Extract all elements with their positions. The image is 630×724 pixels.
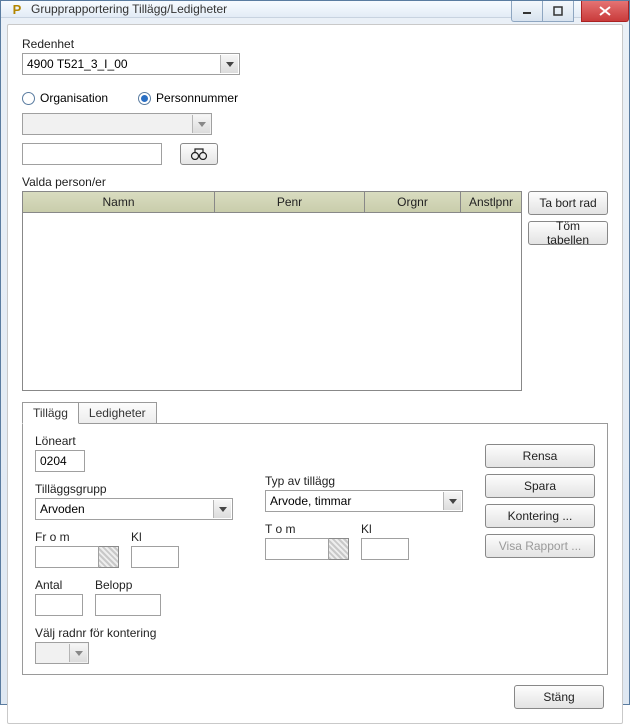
column-penr[interactable]: Penr [215, 192, 365, 213]
tom-date-input[interactable] [265, 538, 329, 560]
title-bar: P Grupprapportering Tillägg/Ledigheter [1, 1, 629, 18]
rensa-button[interactable]: Rensa [485, 444, 595, 468]
chevron-down-icon [220, 55, 238, 73]
organisation-label: Organisation [40, 91, 108, 105]
redenhet-value: 4900 T521_3_I_00 [27, 57, 128, 71]
tillagsgrupp-value: Arvoden [40, 502, 85, 516]
tillagg-panel: Löneart Tilläggsgrupp Arvoden Fr o m [22, 423, 608, 675]
minimize-button[interactable] [511, 1, 543, 22]
from-date-picker-button[interactable] [99, 546, 119, 568]
app-window: P Grupprapportering Tillägg/Ledigheter R… [0, 0, 630, 705]
selected-persons-label: Valda person/er [22, 175, 608, 189]
maximize-icon [553, 6, 563, 16]
radio-organisation[interactable]: Organisation [22, 91, 108, 105]
valj-rad-label: Välj radnr för kontering [35, 626, 265, 640]
visa-rapport-button: Visa Rapport ... [485, 534, 595, 558]
remove-row-button[interactable]: Ta bort rad [528, 191, 608, 215]
loneart-input[interactable] [35, 450, 85, 472]
tillagsgrupp-dropdown[interactable]: Arvoden [35, 498, 233, 520]
from-date-input[interactable] [35, 546, 99, 568]
close-icon [599, 6, 611, 16]
tom-date-picker-button[interactable] [329, 538, 349, 560]
client-area: Redenhet 4900 T521_3_I_00 Organisation P… [7, 24, 623, 724]
tabstrip: Tillägg Ledigheter [22, 401, 608, 423]
chevron-down-icon [443, 492, 461, 510]
window-title: Grupprapportering Tillägg/Ledigheter [31, 2, 227, 16]
typ-label: Typ av tillägg [265, 474, 495, 488]
personnummer-label: Personnummer [156, 91, 238, 105]
column-anstlpnr[interactable]: Anstlpnr [461, 192, 521, 213]
loneart-label: Löneart [35, 434, 265, 448]
minimize-icon [522, 6, 532, 16]
tab-tillagg[interactable]: Tillägg [22, 402, 79, 424]
clear-table-button[interactable]: Töm tabellen [528, 221, 608, 245]
tom-kl-label: Kl [361, 522, 409, 536]
redenhet-label: Redenhet [22, 37, 608, 51]
close-button[interactable] [581, 1, 629, 22]
search-input[interactable] [22, 143, 162, 165]
belopp-label: Belopp [95, 578, 161, 592]
column-namn[interactable]: Namn [23, 192, 215, 213]
app-icon: P [9, 1, 25, 17]
kontering-button[interactable]: Kontering ... [485, 504, 595, 528]
search-button[interactable] [180, 143, 218, 165]
tab-ledigheter[interactable]: Ledigheter [78, 402, 157, 424]
stang-button[interactable]: Stäng [514, 685, 604, 709]
chevron-down-icon [69, 644, 87, 662]
organisation-dropdown [22, 113, 212, 135]
from-label: Fr o m [35, 530, 119, 544]
typ-dropdown[interactable]: Arvode, timmar [265, 490, 463, 512]
typ-value: Arvode, timmar [270, 494, 351, 508]
window-controls [512, 1, 629, 22]
redenhet-dropdown[interactable]: 4900 T521_3_I_00 [22, 53, 240, 75]
valj-rad-dropdown[interactable] [35, 642, 89, 664]
spara-button[interactable]: Spara [485, 474, 595, 498]
column-orgnr[interactable]: Orgnr [365, 192, 461, 213]
from-kl-label: Kl [131, 530, 179, 544]
radio-icon [138, 92, 151, 105]
tom-label: T o m [265, 522, 349, 536]
tom-time-input[interactable] [361, 538, 409, 560]
maximize-button[interactable] [542, 1, 574, 22]
antal-label: Antal [35, 578, 83, 592]
radio-personnummer[interactable]: Personnummer [138, 91, 238, 105]
binoculars-icon [190, 148, 208, 160]
radio-icon [22, 92, 35, 105]
from-time-input[interactable] [131, 546, 179, 568]
table-header: Namn Penr Orgnr Anstlpnr [23, 192, 521, 213]
persons-table[interactable]: Namn Penr Orgnr Anstlpnr [22, 191, 522, 391]
antal-input[interactable] [35, 594, 83, 616]
chevron-down-icon [213, 500, 231, 518]
belopp-input[interactable] [95, 594, 161, 616]
tillagsgrupp-label: Tilläggsgrupp [35, 482, 265, 496]
chevron-down-icon [192, 115, 210, 133]
